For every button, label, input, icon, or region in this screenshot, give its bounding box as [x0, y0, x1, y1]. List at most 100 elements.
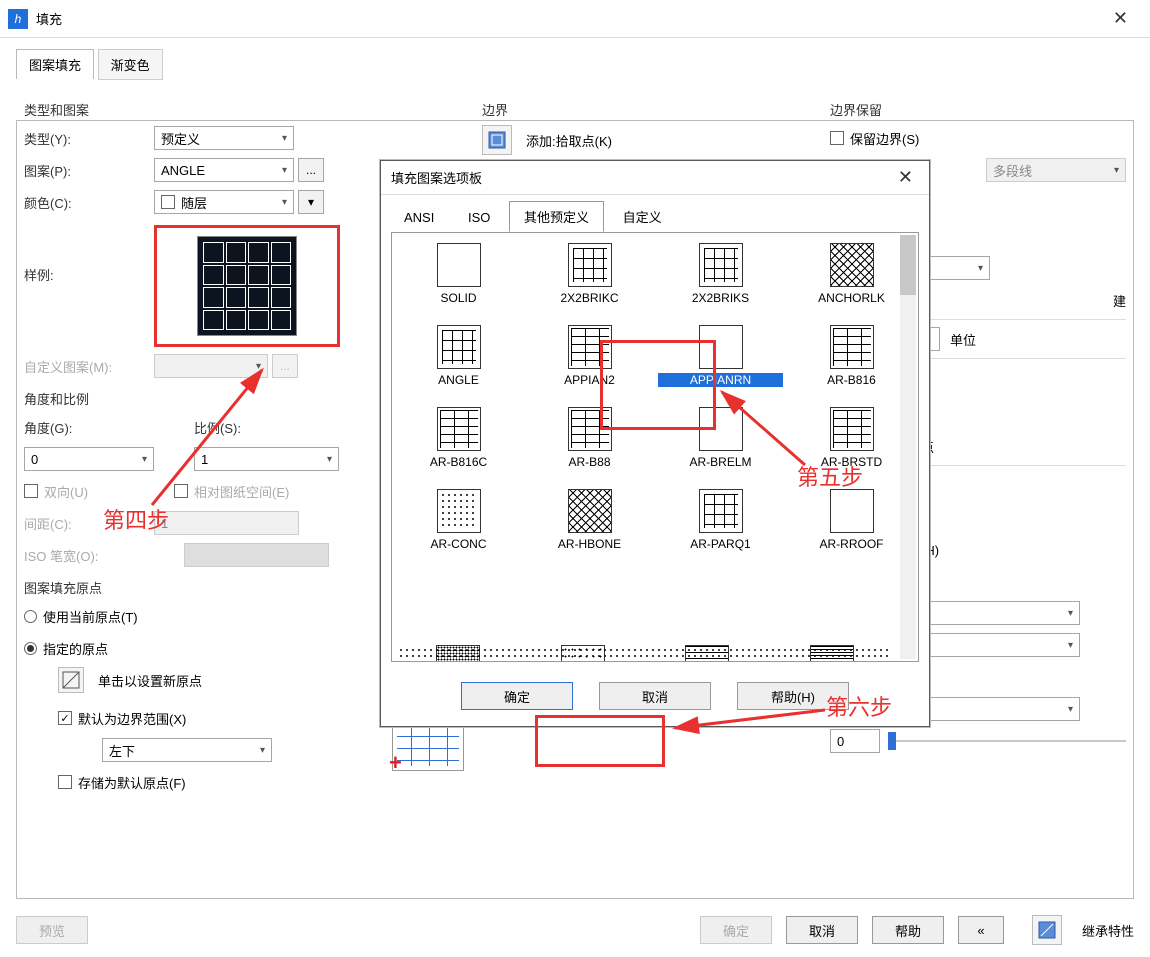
- pattern-item-ar-parq1[interactable]: AR-PARQ1: [658, 489, 783, 551]
- pattern-name-label: AR-B816C: [396, 455, 521, 469]
- arrow-step6: [665, 700, 835, 740]
- inherit-icon[interactable]: [1032, 915, 1062, 945]
- pattern-grid: SOLID2X2BRIKC2X2BRIKSANCHORLK ANGLE APPIAN…: [396, 243, 914, 551]
- default-extent-label: 默认为边界范围(X): [78, 709, 186, 728]
- pattern-item-ar-hbone[interactable]: AR-HBONE: [527, 489, 652, 551]
- inherit-properties-label: 继承特性: [1082, 921, 1134, 940]
- app-icon: h: [8, 9, 28, 29]
- main-title-bar: h 填充 ✕: [0, 0, 1150, 38]
- pattern-item-ar-b816c[interactable]: AR-B816C: [396, 407, 521, 469]
- pattern-thumbnail: [699, 325, 743, 369]
- pattern-item-angle[interactable]: ANGLE: [396, 325, 521, 387]
- type-dropdown[interactable]: 预定义▾: [154, 126, 294, 150]
- object-type-value: 多段线: [993, 161, 1032, 180]
- pattern-thumbnail: [437, 489, 481, 533]
- close-button[interactable]: ✕: [1099, 2, 1142, 35]
- tab-ansi[interactable]: ANSI: [389, 204, 449, 231]
- annotation-step6: 第六步: [826, 690, 892, 722]
- pattern-item-appian2[interactable]: APPIAN2: [527, 325, 652, 387]
- unit-label: 单位: [950, 330, 976, 349]
- transparency-value: 0: [837, 734, 844, 749]
- main-help-button[interactable]: 帮助: [872, 916, 944, 944]
- tab-other-predefined[interactable]: 其他预定义: [509, 201, 604, 232]
- expand-button[interactable]: «: [958, 916, 1004, 944]
- specified-origin-radio[interactable]: [24, 642, 37, 655]
- pattern-name-label: AR-HBONE: [527, 537, 652, 551]
- color-swatch-button[interactable]: ▾: [298, 190, 324, 214]
- window-title: 填充: [36, 9, 1099, 28]
- pattern-value: ANGLE: [161, 163, 205, 178]
- tab-custom[interactable]: 自定义: [608, 201, 677, 232]
- sample-preview[interactable]: [197, 236, 297, 336]
- pattern-browse-button[interactable]: ...: [298, 158, 324, 182]
- pattern-item-ar-b88[interactable]: AR-B88: [527, 407, 652, 469]
- modal-title: 填充图案选项板: [391, 168, 892, 187]
- pattern-thumbnail: [568, 489, 612, 533]
- retain-boundary-checkbox[interactable]: [830, 131, 844, 145]
- pattern-name-label: AR-PARQ1: [658, 537, 783, 551]
- sample-label: 样例:: [24, 225, 154, 284]
- type-value: 预定义: [161, 129, 200, 148]
- modal-close-button[interactable]: ✕: [892, 165, 919, 190]
- main-tabs: 图案填充 渐变色: [16, 48, 1134, 78]
- pattern-item-2x2brikc[interactable]: 2X2BRIKC: [527, 243, 652, 305]
- color-label: 颜色(C):: [24, 193, 154, 212]
- angle-value: 0: [31, 452, 38, 467]
- color-dropdown[interactable]: 随层▾: [154, 190, 294, 214]
- tab-iso[interactable]: ISO: [453, 204, 505, 231]
- main-cancel-button[interactable]: 取消: [786, 916, 858, 944]
- modal-ok-button[interactable]: 确定: [461, 682, 573, 710]
- pattern-thumbnail: [568, 407, 612, 451]
- pattern-thumbnail: [830, 489, 874, 533]
- pattern-thumbnail: [830, 243, 874, 287]
- pattern-dropdown[interactable]: ANGLE▾: [154, 158, 294, 182]
- use-current-origin-label: 使用当前原点(T): [43, 607, 138, 626]
- pick-origin-icon[interactable]: [58, 667, 84, 693]
- create-suffix: 建: [1113, 291, 1126, 310]
- pattern-item-2x2briks[interactable]: 2X2BRIKS: [658, 243, 783, 305]
- add-pick-point-icon[interactable]: [482, 125, 512, 155]
- pattern-thumbnail: [437, 325, 481, 369]
- pattern-thumbnail: [830, 325, 874, 369]
- use-current-origin-radio[interactable]: [24, 610, 37, 623]
- add-pick-point-label: 添加:拾取点(K): [526, 131, 612, 150]
- pattern-item-anchorlk[interactable]: ANCHORLK: [789, 243, 914, 305]
- pattern-name-label: AR-RROOF: [789, 537, 914, 551]
- pattern-name-label: ANGLE: [396, 373, 521, 387]
- object-type-dropdown: 多段线▾: [986, 158, 1126, 182]
- transparency-slider[interactable]: [888, 740, 1126, 742]
- arrow-step4: [132, 350, 292, 520]
- corner-value: 左下: [109, 741, 135, 760]
- tab-gradient[interactable]: 渐变色: [98, 49, 163, 80]
- group-boundary: 边界: [482, 100, 812, 119]
- pattern-thumbnail: [699, 489, 743, 533]
- pattern-label: 图案(P):: [24, 161, 154, 180]
- pattern-name-label: APPIAN2: [527, 373, 652, 387]
- pattern-item-ar-rroof[interactable]: AR-RROOF: [789, 489, 914, 551]
- group-boundary-retain: 边界保留: [830, 100, 1126, 119]
- corner-dropdown[interactable]: 左下▾: [102, 738, 272, 762]
- preview-button: 预览: [16, 916, 88, 944]
- pattern-thumbnail[interactable]: [436, 645, 480, 662]
- pattern-palette-dialog: 填充图案选项板 ✕ ANSI ISO 其他预定义 自定义 SOLID2X2BRI…: [380, 160, 930, 727]
- modal-scrollbar[interactable]: [900, 235, 916, 659]
- tab-pattern-fill[interactable]: 图案填充: [16, 49, 94, 79]
- store-default-checkbox[interactable]: [58, 775, 72, 789]
- transparency-value-input[interactable]: 0: [830, 729, 880, 753]
- pattern-thumbnail: [568, 243, 612, 287]
- pattern-item-ar-conc[interactable]: AR-CONC: [396, 489, 521, 551]
- modal-tabs: ANSI ISO 其他预定义 自定义: [381, 195, 929, 232]
- pattern-item-solid[interactable]: SOLID: [396, 243, 521, 305]
- pattern-name-label: AR-B88: [527, 455, 652, 469]
- default-extent-checkbox[interactable]: ✓: [58, 711, 72, 725]
- pattern-item-appianrn[interactable]: APPIANRN: [658, 325, 783, 387]
- pattern-thumbnail: [830, 407, 874, 451]
- pattern-thumbnail: [437, 407, 481, 451]
- store-default-label: 存储为默认原点(F): [78, 773, 186, 792]
- iso-pen-label: ISO 笔宽(O):: [24, 546, 184, 565]
- group-type-pattern: 类型和图案: [24, 100, 464, 119]
- click-set-origin-label: 单击以设置新原点: [98, 671, 202, 690]
- pattern-item-ar-b816[interactable]: AR-B816: [789, 325, 914, 387]
- iso-pen-dropdown: [184, 543, 329, 567]
- pattern-thumbnail: [568, 325, 612, 369]
